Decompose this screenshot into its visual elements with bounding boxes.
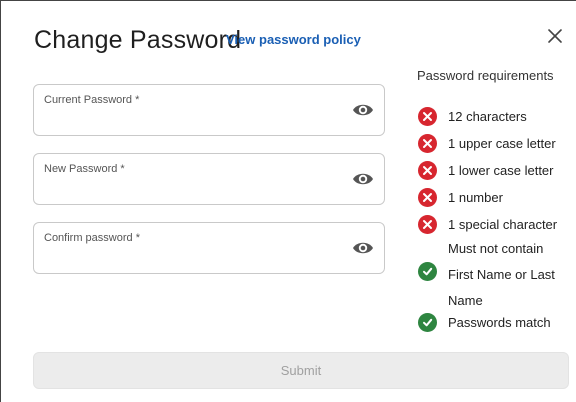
new-password-input[interactable] [44,180,348,202]
current-password-input[interactable] [44,111,348,133]
requirement-text: 1 lower case letter [448,163,554,178]
dialog-title: Change Password [34,26,242,54]
check-icon [418,262,437,281]
confirm-password-field[interactable]: Confirm password * [33,222,385,274]
error-x-icon [418,215,437,234]
requirement-text: Passwords match [448,315,551,330]
error-x-icon [418,134,437,153]
view-password-policy-link[interactable]: View password policy [226,32,361,47]
eye-icon[interactable] [352,239,374,257]
check-icon [418,313,437,332]
new-password-label: New Password * [44,163,125,175]
error-x-icon [418,107,437,126]
requirement-text: 12 characters [448,109,527,124]
close-icon[interactable] [544,25,566,47]
current-password-label: Current Password * [44,94,140,106]
requirement-text: 1 number [448,190,503,205]
confirm-password-label: Confirm password * [44,232,140,244]
requirement-text: Must not contain First Name or Last Name [448,241,555,308]
password-requirements-title: Password requirements [417,68,554,83]
new-password-field[interactable]: New Password * [33,153,385,205]
submit-button[interactable]: Submit [33,352,569,389]
requirement-item: Must not contain First Name or Last Name [418,241,568,314]
error-x-icon [418,161,437,180]
error-x-icon [418,188,437,207]
eye-icon[interactable] [352,101,374,119]
current-password-field[interactable]: Current Password * [33,84,385,136]
requirement-item: 12 characters [418,107,527,126]
requirement-text: 1 upper case letter [448,136,556,151]
requirement-item: 1 upper case letter [418,134,556,153]
requirement-item: 1 lower case letter [418,161,554,180]
requirement-item: Passwords match [418,313,551,332]
requirement-item: 1 special character [418,215,557,234]
change-password-dialog: Change Password View password policy Cur… [0,0,576,402]
requirement-text: 1 special character [448,217,558,232]
eye-icon[interactable] [352,170,374,188]
confirm-password-input[interactable] [44,249,348,271]
requirement-item: 1 number [418,188,503,207]
